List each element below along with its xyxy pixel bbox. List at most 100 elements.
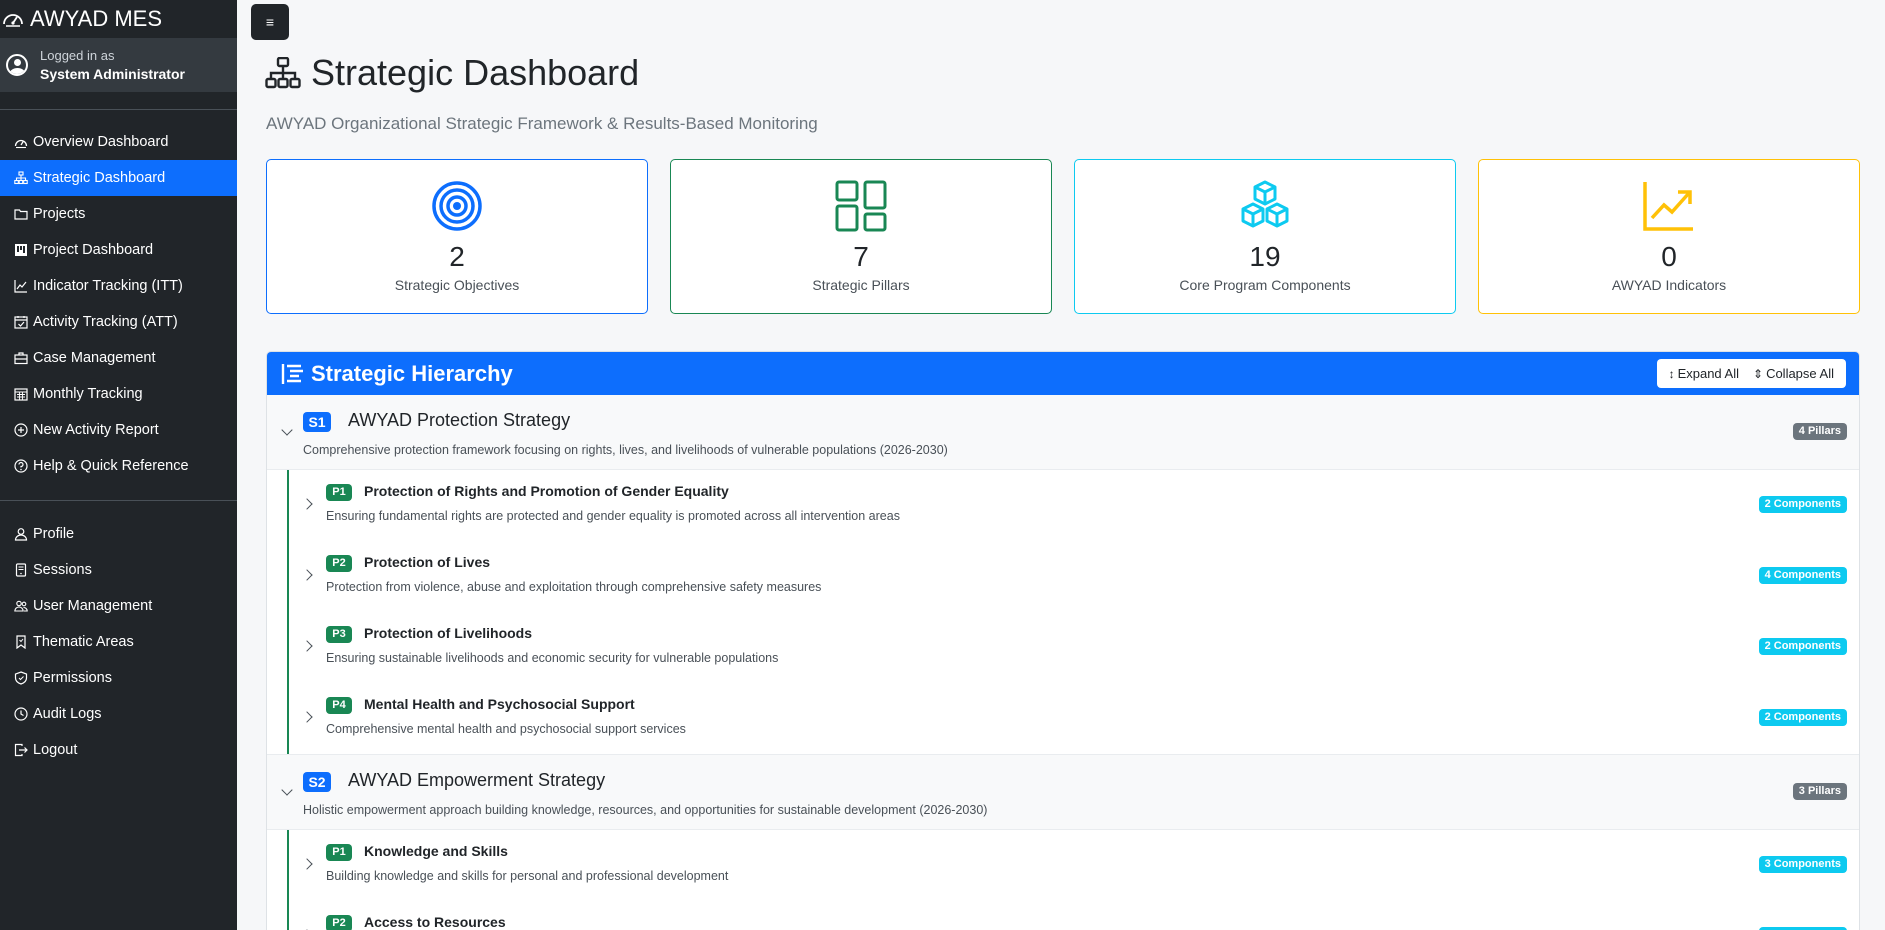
chevron-right-icon[interactable]	[301, 858, 313, 870]
tree-controls: ↕ Expand All ⇕ Collapse All	[1656, 359, 1846, 388]
nav-user-management[interactable]: User Management	[0, 588, 237, 624]
chevron-down-icon[interactable]	[281, 424, 293, 436]
pillar-description: Ensuring fundamental rights are protecte…	[326, 509, 900, 523]
expand-icon: ↕	[1668, 366, 1675, 381]
phone-icon	[15, 563, 27, 577]
pillar-row[interactable]: P1 Protection of Rights and Promotion of…	[267, 470, 1859, 541]
pillar-description: Protection from violence, abuse and expl…	[326, 580, 822, 594]
hierarchy-list-icon	[281, 363, 303, 384]
nav-monthly-tracking[interactable]: Monthly Tracking	[0, 376, 237, 412]
pillar-code-badge: P2	[326, 915, 352, 930]
pillar-row[interactable]: P2 Access to Resources	[267, 901, 1859, 930]
stat-label: Strategic Pillars	[812, 277, 910, 293]
collapse-all-button[interactable]: ⇕ Collapse All	[1749, 366, 1838, 381]
nav-activity-tracking[interactable]: Activity Tracking (ATT)	[0, 304, 237, 340]
nav-label: Thematic Areas	[33, 634, 134, 650]
nav-projects[interactable]: Projects	[0, 196, 237, 232]
component-count-badge: 2 Components	[1758, 638, 1847, 655]
boxes-icon	[1241, 180, 1289, 228]
logged-in-label: Logged in as	[40, 48, 115, 63]
nav-thematic-areas[interactable]: Thematic Areas	[0, 624, 237, 660]
chevron-right-icon[interactable]	[301, 498, 313, 510]
stat-value: 0	[1661, 241, 1677, 272]
nav-label: Projects	[33, 206, 86, 222]
nav-help[interactable]: Help & Quick Reference	[0, 448, 237, 484]
nav-label: Permissions	[33, 670, 112, 686]
kanban-icon	[15, 244, 27, 256]
chevron-down-icon[interactable]	[281, 784, 293, 796]
stat-card-components: 19 Core Program Components	[1074, 159, 1456, 314]
nav-permissions[interactable]: Permissions	[0, 660, 237, 696]
menu-icon: ≡	[265, 14, 275, 30]
pillar-row[interactable]: P1 Knowledge and Skills Building knowled…	[267, 830, 1859, 901]
nav-indicator-tracking[interactable]: Indicator Tracking (ITT)	[0, 268, 237, 304]
pillar-code-badge: P1	[326, 484, 352, 501]
chevron-right-icon[interactable]	[301, 569, 313, 581]
stat-value: 2	[449, 241, 465, 272]
chart-line-icon	[1643, 182, 1693, 231]
stat-value: 19	[1249, 241, 1281, 272]
stat-label: Strategic Objectives	[394, 277, 520, 293]
nav-case-management[interactable]: Case Management	[0, 340, 237, 376]
speedometer-icon	[3, 14, 23, 27]
brand-name: AWYAD MES	[30, 6, 163, 31]
nav-overview-dashboard[interactable]: Overview Dashboard	[0, 124, 237, 160]
strategy-row[interactable]: S1 AWYAD Protection Strategy Comprehensi…	[267, 395, 1859, 470]
strategy-row[interactable]: S2 AWYAD Empowerment Strategy Holistic e…	[267, 755, 1859, 830]
pillar-row[interactable]: P3 Protection of Livelihoods Ensuring su…	[267, 612, 1859, 683]
admin-nav: Profile Sessions User Management Themati…	[0, 516, 237, 768]
expand-all-button[interactable]: ↕ Expand All	[1665, 366, 1743, 381]
nav-sessions[interactable]: Sessions	[0, 552, 237, 588]
panel-title: Strategic Hierarchy	[311, 360, 513, 386]
avatar-icon	[6, 54, 28, 76]
nav-label: Indicator Tracking (ITT)	[33, 278, 183, 294]
nav-label: Logout	[33, 742, 78, 758]
pillar-code-badge: P3	[326, 626, 352, 643]
component-count-badge: 4 Components	[1758, 567, 1847, 584]
component-count-badge: 2 Components	[1758, 496, 1847, 513]
nav-project-dashboard[interactable]: Project Dashboard	[0, 232, 237, 268]
chevron-right-icon[interactable]	[301, 711, 313, 723]
stat-label: Core Program Components	[1179, 277, 1351, 293]
strategy-code-badge: S1	[303, 412, 331, 432]
strategy-title: AWYAD Protection Strategy	[348, 410, 571, 430]
user-name: System Administrator	[40, 66, 185, 82]
nav-logout[interactable]: Logout	[0, 732, 237, 768]
pillar-code-badge: P4	[326, 697, 352, 714]
nav-strategic-dashboard[interactable]: Strategic Dashboard	[0, 160, 237, 196]
sidebar: AWYAD MES Logged in as System Administra…	[0, 0, 237, 930]
pillar-row[interactable]: P2 Protection of Lives Protection from v…	[267, 541, 1859, 612]
pillar-title: Protection of Rights and Promotion of Ge…	[364, 483, 729, 499]
stat-card-indicators: 0 AWYAD Indicators	[1478, 159, 1860, 314]
diagram-icon	[265, 57, 301, 89]
stat-card-objectives: 2 Strategic Objectives	[266, 159, 648, 314]
pillar-description: Building knowledge and skills for person…	[326, 869, 729, 883]
nav-label: Project Dashboard	[33, 242, 154, 258]
strategic-hierarchy-panel: Strategic Hierarchy ↕ Expand All ⇕ Collaps…	[266, 351, 1860, 930]
logout-icon	[14, 743, 28, 757]
pillar-row[interactable]: P4 Mental Health and Psychosocial Suppor…	[267, 683, 1859, 754]
nav-audit-logs[interactable]: Audit Logs	[0, 696, 237, 732]
grid-icon	[835, 180, 887, 232]
strategy-title: AWYAD Empowerment Strategy	[348, 770, 606, 790]
calendar-grid-icon	[14, 388, 28, 401]
nav-new-activity-report[interactable]: New Activity Report	[0, 412, 237, 448]
stat-card-pillars: 7 Strategic Pillars	[670, 159, 1052, 314]
panel-header: Strategic Hierarchy ↕ Expand All ⇕ Collaps…	[267, 352, 1859, 395]
nav-label: Strategic Dashboard	[33, 170, 166, 186]
sidebar-toggle-button[interactable]: ≡	[251, 4, 289, 40]
collapse-icon: ⇕	[1753, 366, 1764, 381]
chevron-right-icon[interactable]	[301, 640, 313, 652]
page-subtitle: AWYAD Organizational Strategic Framework…	[266, 114, 818, 133]
pillar-title: Knowledge and Skills	[364, 843, 508, 859]
brand[interactable]: AWYAD MES	[0, 0, 237, 38]
nav-label: Audit Logs	[33, 706, 102, 722]
pillar-count-badge: 4 Pillars	[1792, 423, 1847, 440]
strategy-description: Comprehensive protection framework focus…	[303, 443, 948, 457]
graph-up-icon	[14, 280, 27, 293]
nav-profile[interactable]: Profile	[0, 516, 237, 552]
pillar-description: Comprehensive mental health and psychoso…	[326, 722, 686, 736]
collapse-all-label: Collapse All	[1766, 366, 1834, 381]
shield-icon	[14, 671, 28, 685]
nav-label: Case Management	[33, 350, 156, 366]
